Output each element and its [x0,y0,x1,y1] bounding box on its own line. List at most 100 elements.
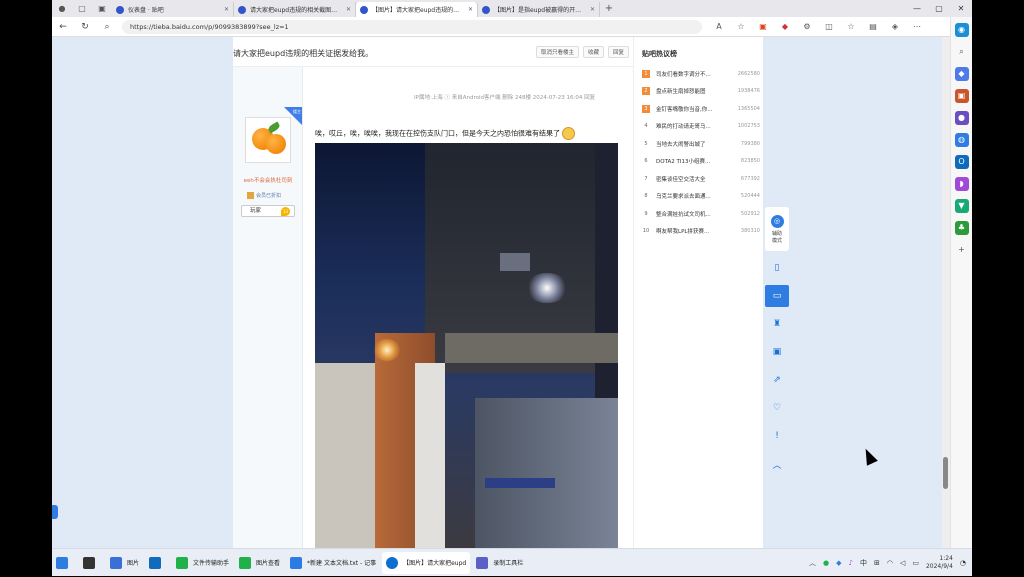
message-icon[interactable]: ▭ [765,285,789,307]
favorite-button[interactable]: 收藏 [582,46,604,58]
maximize-icon[interactable]: ▢ [928,0,950,17]
more-icon[interactable]: ⋯ [906,22,928,31]
taskbar-item-2[interactable]: 文件传输助手 [172,552,233,574]
post-body: 唉，哎丘，唉，唉唉，我现在在控伤支队门口，但是今天之内恐怕很难有结果了 [315,127,576,140]
close-icon[interactable]: ✕ [468,6,473,13]
drop-icon[interactable]: ▼ [954,199,969,213]
notification-icon[interactable]: ◔ [960,559,966,567]
games-icon[interactable]: ● [954,111,969,125]
url-input[interactable]: https://tieba.baidu.com/p/9099383899?see… [122,19,702,34]
recorder-icon [476,556,489,569]
report-icon[interactable]: ! [765,425,789,447]
list-item[interactable]: 5 当地去大闹警出城了 799380 [642,135,760,153]
avatar[interactable] [245,117,291,163]
extensions-icon[interactable]: ⚙ [796,22,818,31]
list-item[interactable]: 2 盘点新生扇掉怒能图 1938476 [642,83,760,101]
only-op-button[interactable]: 取消只看楼主 [535,46,579,58]
split-screen-icon[interactable]: ◫ [818,22,840,31]
outlook-icon[interactable]: O [954,155,969,169]
assist-icon: ◎ [770,214,784,228]
wechat-tray-icon[interactable]: ● [823,559,829,567]
search-icon[interactable]: ⌕ [96,22,118,32]
wifi-icon[interactable]: ◠ [887,559,893,567]
close-window-icon[interactable]: ✕ [950,0,972,17]
start-button[interactable] [52,552,77,574]
favorite-star-icon[interactable]: ☆ [730,22,752,31]
tab-1[interactable]: 请大家把eupd违规的相关截图发给我。✕ [234,2,356,17]
workspaces-icon[interactable]: ▢ [72,0,92,17]
extension-icon[interactable]: ▣ [752,22,774,31]
post-photo[interactable] [315,143,618,548]
tab-2[interactable]: 【图片】请大家把eupd违规的相关... ✕ [356,2,478,17]
new-tab-button[interactable]: + [600,3,618,14]
share-icon[interactable]: ⇗ [765,369,789,391]
list-item[interactable]: 3 金钉客嘴敬你当音,你... 1365504 [642,100,760,118]
ime-mode-icon[interactable]: ⊞ [874,559,880,567]
favorite-heart-icon[interactable]: ♡ [765,397,789,419]
edge-sidebar: ◉ ⌕ ◆ ▣ ● ◍ O ◗ ▼ ♣ + [950,17,972,548]
tab-3[interactable]: 【图片】是指eupd被赢得的开玩笑... ✕ [478,2,600,17]
wechat-icon [176,556,189,569]
microphone-icon[interactable]: ♪ [848,559,852,567]
minimize-icon[interactable]: — [906,0,928,17]
search-icon[interactable]: ⌕ [955,45,969,59]
tab-0[interactable]: 仪表盘 · 贴吧 ✕ [112,2,234,17]
shopping-icon[interactable]: ◆ [954,67,969,81]
taskbar-item-4[interactable]: *新建 文本文档.txt - 记事 [286,552,380,574]
tree-icon[interactable]: ♣ [954,221,969,235]
tieba-favicon [482,5,490,14]
list-item[interactable]: 1 司友们看数字调分不... 2662580 [642,65,760,83]
chevron-up-icon[interactable]: ︿ [809,558,816,568]
ime-indicator[interactable]: 中 [860,558,867,568]
hot-topics-sidebar: 贴吧热议榜 1 司友们看数字调分不... 2662580 2 盘点新生扇掉怒能图 193… [633,37,763,548]
side-handle[interactable] [52,505,58,519]
copilot-icon[interactable]: ◉ [954,23,969,37]
close-icon[interactable]: ✕ [224,6,229,13]
task-view-button[interactable] [79,552,104,574]
refresh-icon[interactable]: ↻ [74,22,96,32]
gift-icon[interactable]: ▣ [765,341,789,363]
taskbar-item-3[interactable]: 图片查看 [235,552,284,574]
scroll-thumb[interactable] [943,457,948,489]
designer-icon[interactable]: ◗ [954,177,969,191]
profile-icon[interactable]: ● [52,0,72,17]
close-icon[interactable]: ✕ [346,6,351,13]
taskbar-item-1[interactable] [145,552,170,574]
tools-icon[interactable]: ▣ [954,89,969,103]
close-icon[interactable]: ✕ [590,6,595,13]
list-item[interactable]: 6 DOTA2 TI13小组赛... 823850 [642,153,760,171]
author-name[interactable]: eeh不会会执杜司刻 [239,176,297,184]
page-scrollbar[interactable] [942,37,950,548]
taskbar-item-6[interactable]: 录制工具栏 [472,552,527,574]
collections-icon[interactable]: ▤ [862,22,884,31]
battery-icon[interactable]: ▭ [912,559,919,567]
app-tray-icon[interactable]: ◆ [836,559,841,567]
read-aloud-icon[interactable]: A [708,22,730,31]
assist-mode-button[interactable]: ◎ 辅助模式 [765,207,789,251]
level-badge: 玩家 13 [241,205,295,217]
list-item[interactable]: 4 难民的打动请走哥马... 1002753 [642,118,760,136]
member-badge[interactable]: 会员已折扣 [247,192,281,199]
volume-icon[interactable]: ◁ [900,559,905,567]
reply-button[interactable]: 回复 [607,46,629,58]
clock[interactable]: 1:24 2024/9/4 [926,555,953,571]
tab-actions-icon[interactable]: ▣ [92,0,112,17]
outlook-icon [149,556,162,569]
favorites-icon[interactable]: ☆ [840,22,862,31]
microsoft365-icon[interactable]: ◍ [954,133,969,147]
task-view-icon [83,556,95,569]
toolbox-icon[interactable]: ♜ [765,313,789,335]
add-icon[interactable]: + [955,243,969,257]
shield-icon[interactable]: ◈ [884,22,906,31]
list-item[interactable]: 8 乌克兰要求派去面通... 520444 [642,188,760,206]
extension-icon[interactable]: ◆ [774,22,796,31]
taskbar-item-0[interactable]: 图片 [106,552,143,574]
list-item[interactable]: 10 啊友帮我LPL拼获赛... 380310 [642,223,760,241]
list-item[interactable]: 9 整合满娃抗试文司机... 502912 [642,205,760,223]
app-download-icon[interactable]: ▯ [765,257,789,279]
wechat-icon [239,556,252,569]
back-icon[interactable]: ← [52,22,74,32]
list-item[interactable]: 7 密集谈佳空交活大全 677392 [642,170,760,188]
taskbar-item-5[interactable]: 【图片】请大家把eupd [382,551,471,574]
back-to-top-icon[interactable]: ︿ [765,453,789,475]
